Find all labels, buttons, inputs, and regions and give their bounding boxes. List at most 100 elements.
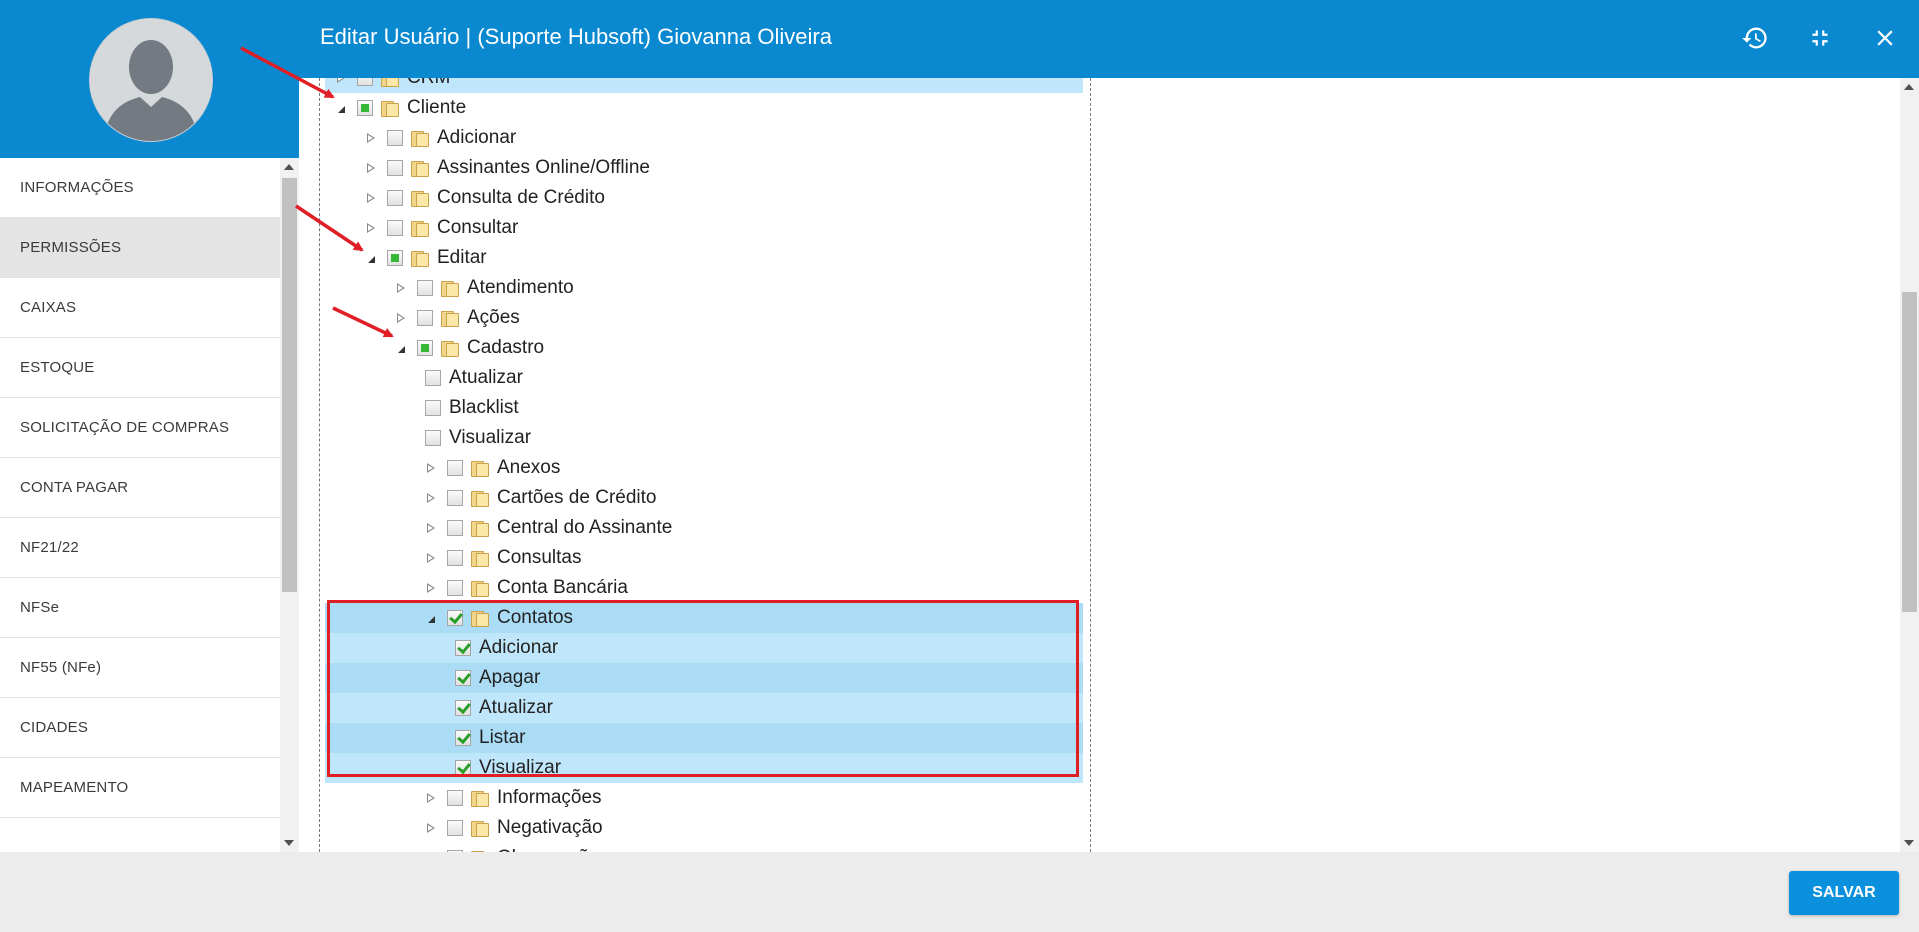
tree-node-label[interactable]: Visualizar	[479, 757, 561, 779]
tree-node[interactable]: CRM	[325, 78, 1083, 93]
tree-checkbox[interactable]	[387, 190, 403, 206]
tree-node-label[interactable]: Consultar	[437, 217, 518, 239]
tree-node-label[interactable]: Adicionar	[437, 127, 516, 149]
tree-checkbox[interactable]	[357, 78, 373, 86]
tree-node-label[interactable]: Conta Bancária	[497, 577, 628, 599]
tree-node-label[interactable]: Central do Assinante	[497, 517, 672, 539]
tree-node[interactable]: Conta Bancária	[325, 573, 1083, 603]
tree-node[interactable]: Contatos	[325, 603, 1083, 633]
tree-checkbox[interactable]	[425, 370, 441, 386]
tree-node[interactable]: Visualizar	[325, 753, 1083, 783]
tree-node[interactable]: Central do Assinante	[325, 513, 1083, 543]
tree-node-label[interactable]: Atendimento	[467, 277, 574, 299]
sidebar-scroll-thumb[interactable]	[282, 178, 297, 592]
scroll-up-arrow-icon[interactable]	[284, 164, 294, 170]
tree-checkbox[interactable]	[417, 280, 433, 296]
tree-node[interactable]: Consulta de Crédito	[325, 183, 1083, 213]
tree-node[interactable]: Anexos	[325, 453, 1083, 483]
sidebar-item[interactable]: NFSe	[0, 578, 280, 638]
tree-node-label[interactable]: Visualizar	[449, 427, 531, 449]
collapsed-triangle-icon[interactable]	[425, 792, 437, 804]
tree-checkbox[interactable]	[387, 250, 403, 266]
sidebar-item[interactable]: CAIXAS	[0, 278, 280, 338]
tree-node[interactable]: Listar	[325, 723, 1083, 753]
collapsed-triangle-icon[interactable]	[425, 822, 437, 834]
tree-node-label[interactable]: CRM	[407, 78, 450, 89]
tree-node-label[interactable]: Blacklist	[449, 397, 519, 419]
tree-node[interactable]: Blacklist	[325, 393, 1083, 423]
tree-node-label[interactable]: Negativação	[497, 817, 603, 839]
tree-node-label[interactable]: Cliente	[407, 97, 466, 119]
collapsed-triangle-icon[interactable]	[365, 222, 377, 234]
tree-node-label[interactable]: Contatos	[497, 607, 573, 629]
tree-node[interactable]: Consultas	[325, 543, 1083, 573]
collapsed-triangle-icon[interactable]	[365, 192, 377, 204]
tree-checkbox[interactable]	[447, 820, 463, 836]
content-scroll-thumb[interactable]	[1902, 292, 1917, 612]
tree-node[interactable]: Cartões de Crédito	[325, 483, 1083, 513]
scroll-down-arrow-icon[interactable]	[284, 840, 294, 846]
tree-node-label[interactable]: Atualizar	[449, 367, 523, 389]
tree-checkbox[interactable]	[387, 220, 403, 236]
tree-checkbox[interactable]	[447, 790, 463, 806]
history-icon[interactable]	[1739, 22, 1771, 54]
tree-checkbox[interactable]	[447, 580, 463, 596]
tree-node-label[interactable]: Ações	[467, 307, 520, 329]
close-icon[interactable]	[1869, 22, 1901, 54]
tree-node-label[interactable]: Editar	[437, 247, 487, 269]
collapsed-triangle-icon[interactable]	[335, 78, 347, 84]
tree-node-label[interactable]: Cadastro	[467, 337, 544, 359]
tree-checkbox[interactable]	[425, 430, 441, 446]
tree-node[interactable]: Assinantes Online/Offline	[325, 153, 1083, 183]
sidebar-item[interactable]: CONTA PAGAR	[0, 458, 280, 518]
tree-node[interactable]: Observação	[325, 843, 1083, 852]
tree-node[interactable]: Ações	[325, 303, 1083, 333]
collapsed-triangle-icon[interactable]	[365, 162, 377, 174]
tree-node[interactable]: Informações	[325, 783, 1083, 813]
tree-node-label[interactable]: Consulta de Crédito	[437, 187, 605, 209]
tree-node-label[interactable]: Informações	[497, 787, 602, 809]
collapsed-triangle-icon[interactable]	[425, 582, 437, 594]
tree-node[interactable]: Visualizar	[325, 423, 1083, 453]
tree-node[interactable]: Editar	[325, 243, 1083, 273]
scroll-down-arrow-icon[interactable]	[1904, 840, 1914, 846]
tree-checkbox[interactable]	[455, 640, 471, 656]
tree-checkbox[interactable]	[357, 100, 373, 116]
sidebar-item[interactable]: SOLICITAÇÃO DE COMPRAS	[0, 398, 280, 458]
tree-checkbox[interactable]	[387, 130, 403, 146]
tree-checkbox[interactable]	[425, 400, 441, 416]
tree-checkbox[interactable]	[455, 670, 471, 686]
tree-node-label[interactable]: Assinantes Online/Offline	[437, 157, 650, 179]
sidebar-item[interactable]: ESTOQUE	[0, 338, 280, 398]
collapsed-triangle-icon[interactable]	[395, 282, 407, 294]
tree-checkbox[interactable]	[447, 460, 463, 476]
sidebar-item[interactable]: PERMISSÕES	[0, 218, 280, 278]
tree-node-label[interactable]: Adicionar	[479, 637, 558, 659]
sidebar-item[interactable]: INFORMAÇÕES	[0, 158, 280, 218]
tree-node[interactable]: Atendimento	[325, 273, 1083, 303]
tree-node-label[interactable]: Apagar	[479, 667, 540, 689]
tree-node[interactable]: Cliente	[325, 93, 1083, 123]
tree-node[interactable]: Adicionar	[325, 633, 1083, 663]
tree-checkbox[interactable]	[447, 520, 463, 536]
tree-node-label[interactable]: Consultas	[497, 547, 582, 569]
save-button[interactable]: SALVAR	[1789, 871, 1899, 915]
collapsed-triangle-icon[interactable]	[425, 522, 437, 534]
collapsed-triangle-icon[interactable]	[365, 132, 377, 144]
tree-node[interactable]: Atualizar	[325, 363, 1083, 393]
tree-node-label[interactable]: Cartões de Crédito	[497, 487, 656, 509]
collapsed-triangle-icon[interactable]	[395, 312, 407, 324]
tree-checkbox[interactable]	[417, 340, 433, 356]
tree-checkbox[interactable]	[387, 160, 403, 176]
sidebar-item[interactable]: NF55 (NFe)	[0, 638, 280, 698]
tree-node[interactable]: Apagar	[325, 663, 1083, 693]
expanded-triangle-icon[interactable]	[425, 612, 437, 624]
tree-checkbox[interactable]	[455, 730, 471, 746]
expanded-triangle-icon[interactable]	[365, 252, 377, 264]
tree-node-label[interactable]: Listar	[479, 727, 525, 749]
sidebar-item[interactable]: CIDADES	[0, 698, 280, 758]
avatar[interactable]	[89, 18, 213, 142]
tree-node[interactable]: Consultar	[325, 213, 1083, 243]
expanded-triangle-icon[interactable]	[395, 342, 407, 354]
tree-node[interactable]: Adicionar	[325, 123, 1083, 153]
